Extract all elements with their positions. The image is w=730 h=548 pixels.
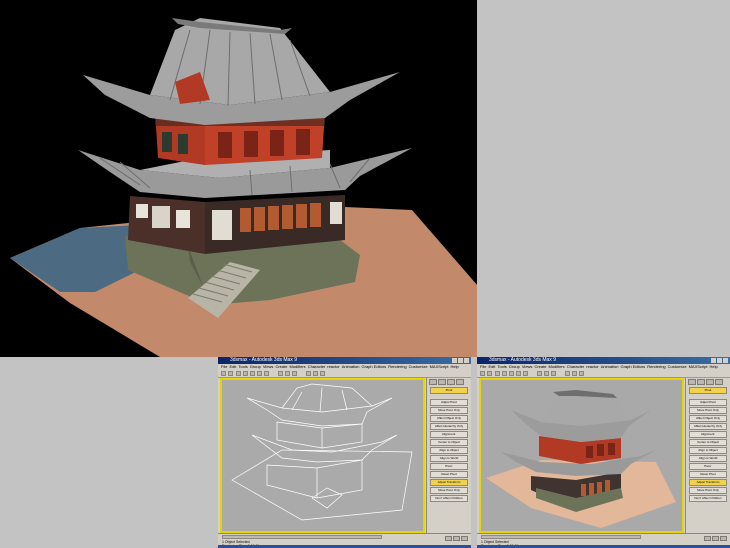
center-to-object-button[interactable]: Center to Object [689, 439, 727, 446]
alignment-label: Alignment: [430, 431, 468, 438]
material-editor-icon[interactable] [565, 371, 570, 376]
viewport-perspective-wireframe[interactable] [220, 378, 425, 533]
command-panel: Pivot Adjust Pivot Move Pivot Only Affec… [685, 378, 730, 533]
align-icon[interactable] [292, 371, 297, 376]
maximize-icon[interactable] [458, 358, 463, 363]
render-preview [0, 0, 477, 357]
rotate-icon[interactable] [516, 371, 521, 376]
minimize-icon[interactable] [452, 358, 457, 363]
align-to-object-button[interactable]: Align to Object [689, 447, 727, 454]
transform-move-pivot-button[interactable]: Move Pivot Only [430, 487, 468, 494]
max-window-wireframe: 3dsmax - Autodesk 3ds Max 9 File Edit To… [218, 357, 471, 548]
center-to-object-button[interactable]: Center to Object [430, 439, 468, 446]
play-icon[interactable] [704, 536, 711, 541]
mirror-icon[interactable] [285, 371, 290, 376]
quick-render-icon[interactable] [320, 371, 325, 376]
reset-pivot-button[interactable]: Reset Pivot [689, 471, 727, 478]
snap-icon[interactable] [537, 371, 542, 376]
window-title: 3dsmax - Autodesk 3ds Max 9 [230, 357, 297, 363]
move-icon[interactable] [250, 371, 255, 376]
affect-object-only-button[interactable]: Affect Object Only [430, 415, 468, 422]
move-icon[interactable] [509, 371, 514, 376]
adjust-transform-rollout[interactable]: Adjust Transform [689, 479, 727, 486]
adjust-transform-rollout[interactable]: Adjust Transform [430, 479, 468, 486]
reset-pivot-button[interactable]: Reset Pivot [430, 471, 468, 478]
adjust-pivot-rollout[interactable]: Adjust Pivot [689, 399, 727, 406]
next-frame-icon[interactable] [453, 536, 460, 541]
mirror-icon[interactable] [544, 371, 549, 376]
align-to-world-button[interactable]: Align to World [430, 455, 468, 462]
status-bar: 1 Object Selected Rendering Time 0:00:01 [477, 533, 730, 548]
redo-icon[interactable] [228, 371, 233, 376]
modify-tab-icon[interactable] [438, 379, 446, 385]
hierarchy-tab-icon[interactable] [447, 379, 455, 385]
align-icon[interactable] [551, 371, 556, 376]
time-slider[interactable] [222, 535, 382, 539]
material-editor-icon[interactable] [306, 371, 311, 376]
rotate-icon[interactable] [257, 371, 262, 376]
render-setup-icon[interactable] [313, 371, 318, 376]
create-tab-icon[interactable] [688, 379, 696, 385]
render-setup-icon[interactable] [572, 371, 577, 376]
transform-move-pivot-button[interactable]: Move Pivot Only [689, 487, 727, 494]
select-link-icon[interactable] [236, 371, 241, 376]
key-mode-icon[interactable] [720, 536, 727, 541]
pivot-tab-button[interactable]: Pivot [689, 387, 727, 394]
undo-icon[interactable] [221, 371, 226, 376]
minimize-icon[interactable] [711, 358, 716, 363]
align-to-world-button[interactable]: Align to World [689, 455, 727, 462]
window-titlebar: 3dsmax - Autodesk 3ds Max 9 [218, 357, 471, 364]
alignment-label: Alignment: [689, 431, 727, 438]
motion-tab-icon[interactable] [715, 379, 723, 385]
maximize-icon[interactable] [717, 358, 722, 363]
command-panel: Pivot Adjust Pivot Move Pivot Only Affec… [426, 378, 471, 533]
window-titlebar: 3dsmax - Autodesk 3ds Max 9 [477, 357, 730, 364]
play-icon[interactable] [445, 536, 452, 541]
pagoda-render [10, 18, 477, 357]
close-icon[interactable] [464, 358, 469, 363]
create-tab-icon[interactable] [429, 379, 437, 385]
select-icon[interactable] [502, 371, 507, 376]
window-title: 3dsmax - Autodesk 3ds Max 9 [489, 357, 556, 363]
quick-render-icon[interactable] [579, 371, 584, 376]
time-slider[interactable] [481, 535, 641, 539]
redo-icon[interactable] [487, 371, 492, 376]
key-mode-icon[interactable] [461, 536, 468, 541]
modify-tab-icon[interactable] [697, 379, 705, 385]
affect-hierarchy-only-button[interactable]: Affect Hierarchy Only [689, 423, 727, 430]
max-window-shaded: 3dsmax - Autodesk 3ds Max 9 File Edit To… [477, 357, 730, 548]
select-icon[interactable] [243, 371, 248, 376]
main-toolbar [218, 370, 471, 378]
pivot-label: Pivot: [430, 463, 468, 470]
affect-object-only-button[interactable]: Affect Object Only [689, 415, 727, 422]
move-pivot-only-button[interactable]: Move Pivot Only [430, 407, 468, 414]
hierarchy-tab-icon[interactable] [706, 379, 714, 385]
dont-affect-children-button[interactable]: Don't Affect Children [689, 495, 727, 502]
pivot-label: Pivot: [689, 463, 727, 470]
scale-icon[interactable] [523, 371, 528, 376]
close-icon[interactable] [723, 358, 728, 363]
adjust-pivot-rollout[interactable]: Adjust Pivot [430, 399, 468, 406]
status-bar: 1 Object Selected Rendering Time 0:00:01 [218, 533, 471, 548]
next-frame-icon[interactable] [712, 536, 719, 541]
select-link-icon[interactable] [495, 371, 500, 376]
wireframe-model [231, 383, 413, 521]
affect-hierarchy-only-button[interactable]: Affect Hierarchy Only [430, 423, 468, 430]
viewport-perspective-shaded[interactable] [479, 378, 684, 533]
shaded-model [486, 390, 676, 528]
move-pivot-only-button[interactable]: Move Pivot Only [689, 407, 727, 414]
snap-icon[interactable] [278, 371, 283, 376]
undo-icon[interactable] [480, 371, 485, 376]
dont-affect-children-button[interactable]: Don't Affect Children [430, 495, 468, 502]
pivot-tab-button[interactable]: Pivot [430, 387, 468, 394]
scale-icon[interactable] [264, 371, 269, 376]
align-to-object-button[interactable]: Align to Object [430, 447, 468, 454]
main-toolbar [477, 370, 730, 378]
motion-tab-icon[interactable] [456, 379, 464, 385]
